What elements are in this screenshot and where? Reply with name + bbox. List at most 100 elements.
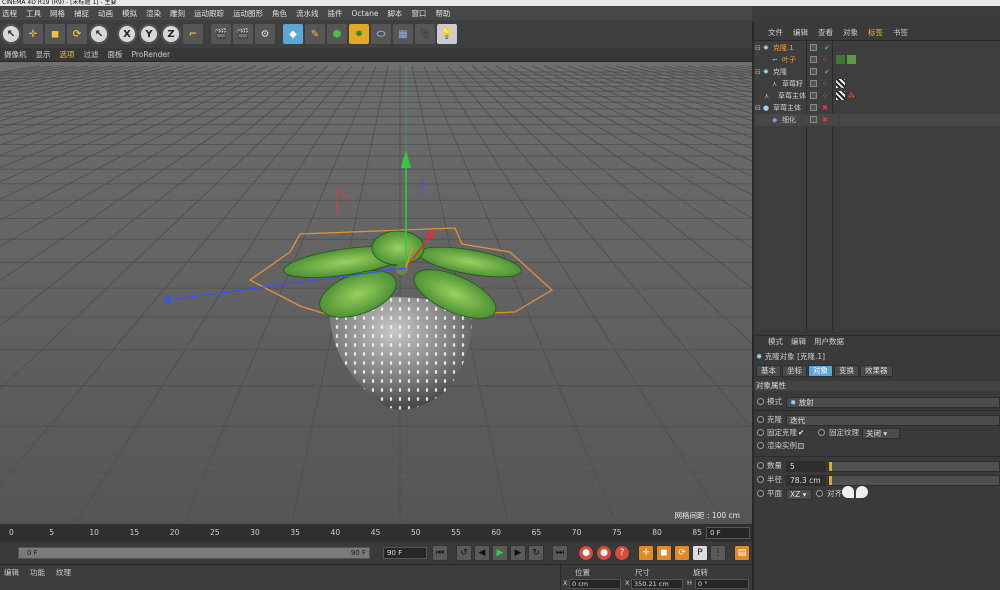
object-name[interactable]: 草莓籽 [782, 78, 803, 90]
count-slider[interactable] [828, 461, 1000, 472]
rotation-h-field[interactable]: 0 ° [695, 579, 749, 589]
om-menu-bookmarks[interactable]: 书签 [893, 27, 908, 38]
subtab-object[interactable]: 对象 [808, 365, 833, 377]
key-selection-icon[interactable]: ? [614, 545, 630, 561]
am-menu-edit[interactable]: 编辑 [791, 336, 806, 347]
go-to-end-icon[interactable]: ⏭ [552, 545, 568, 561]
light-icon[interactable]: 💡 [437, 24, 457, 44]
menu-item[interactable]: 插件 [328, 8, 343, 19]
mode-radio[interactable] [757, 398, 764, 405]
viewport-menu-filter[interactable]: 过滤 [84, 49, 99, 60]
next-frame-icon[interactable]: ▶ [510, 545, 526, 561]
menu-item[interactable]: 渲染 [146, 8, 161, 19]
fixed-clone-radio[interactable] [757, 429, 764, 436]
object-name[interactable]: 草莓主体 [778, 90, 806, 102]
render-settings-icon[interactable]: ⚙ [255, 24, 275, 44]
record-key-icon[interactable]: ● [578, 545, 594, 561]
coordinate-system-icon[interactable]: ⌐ [183, 24, 203, 44]
om-menu-edit[interactable]: 编辑 [793, 27, 808, 38]
menu-item[interactable]: 流水线 [296, 8, 319, 19]
object-name[interactable]: 细化 [782, 114, 796, 126]
fixed-texture-radio[interactable] [818, 429, 825, 436]
play-icon[interactable]: ▶ [492, 545, 508, 561]
object-name[interactable]: 叶子 [782, 54, 796, 66]
cube-primitive-icon[interactable]: ◆ [283, 24, 303, 44]
floor-icon[interactable]: ▦ [393, 24, 413, 44]
menu-item[interactable]: 工具 [26, 8, 41, 19]
render-instance-radio[interactable] [757, 442, 764, 449]
menu-item[interactable]: 脚本 [387, 8, 402, 19]
viewport-menu-camera[interactable]: 摄像机 [4, 49, 27, 60]
prev-key-icon[interactable]: ↺ [456, 545, 472, 561]
menu-item[interactable]: 窗口 [411, 8, 426, 19]
radius-slider[interactable] [828, 475, 1000, 486]
om-row-leaf[interactable]: ⌐ 叶子 ⁘ [754, 54, 1000, 66]
mode-dropdown[interactable]: ✸ 放射 [786, 397, 1000, 408]
plane-radio[interactable] [757, 490, 764, 497]
subtab-coord[interactable]: 坐标 [782, 365, 807, 377]
subtab-effectors[interactable]: 效果器 [860, 365, 893, 377]
fixed-texture-dropdown[interactable]: 关闭 ▾ [862, 428, 900, 439]
radius-field[interactable]: 78.3 cm [786, 475, 826, 486]
material-menu-function[interactable]: 功能 [30, 567, 45, 578]
timeline-window-icon[interactable]: ▤ [734, 545, 750, 561]
mograph-cloner-icon[interactable]: ✸ [349, 24, 369, 44]
key-rotation-icon[interactable]: ⟳ [674, 545, 690, 561]
radius-radio[interactable] [757, 476, 764, 483]
menu-item[interactable]: 角色 [272, 8, 287, 19]
render-instance-checkbox[interactable] [798, 443, 804, 449]
recent-tool-icon[interactable]: ↖ [89, 24, 109, 44]
menu-item[interactable]: 运动图形 [233, 8, 263, 19]
om-menu-object[interactable]: 对象 [843, 27, 858, 38]
pen-spline-icon[interactable]: ✎ [305, 24, 325, 44]
menu-item[interactable]: 帮助 [435, 8, 450, 19]
viewport-menu-prorender[interactable]: ProRender [132, 50, 171, 59]
om-menu-file[interactable]: 文件 [768, 27, 783, 38]
am-menu-userdata[interactable]: 用户数据 [814, 336, 844, 347]
om-row-body-2[interactable]: ⊟ ● 草莓主体 ✖ [754, 102, 1000, 114]
camera-icon[interactable]: 🎥 [415, 24, 435, 44]
key-position-icon[interactable]: ✛ [638, 545, 654, 561]
3d-viewport[interactable]: 网格间距 : 100 cm [0, 62, 752, 524]
clone-dropdown[interactable]: 迭代 [786, 415, 1000, 426]
rotate-tool-icon[interactable]: ⟳ [67, 24, 87, 44]
om-row-cloner[interactable]: ⊟ ✸ 克隆 ✔ [754, 66, 1000, 78]
om-row-body-1[interactable]: ⋏ 草莓主体 ⁘ ⁂ [754, 90, 1000, 102]
autokey-icon[interactable]: ● [596, 545, 612, 561]
y-axis-lock-icon[interactable]: Y [139, 24, 159, 44]
menu-item[interactable]: 动画 [98, 8, 113, 19]
next-key-icon[interactable]: ↻ [528, 545, 544, 561]
plane-dropdown[interactable]: XZ ▾ [786, 489, 812, 500]
om-row-cloner1[interactable]: ⊟ ✸ 克隆.1 ✔ [754, 42, 1000, 54]
om-menu-view[interactable]: 查看 [818, 27, 833, 38]
menu-item[interactable]: 雕刻 [170, 8, 185, 19]
render-view-icon[interactable]: 🎬 [211, 24, 231, 44]
menu-item[interactable]: 运动跟踪 [194, 8, 224, 19]
render-picture-viewer-icon[interactable]: 🎬 [233, 24, 253, 44]
current-frame-field[interactable]: 0 F [706, 527, 750, 539]
om-menu-tags[interactable]: 标签 [868, 27, 883, 38]
align-checkbox[interactable] [842, 486, 854, 498]
key-scale-icon[interactable]: ◼ [656, 545, 672, 561]
viewport-menu-panel[interactable]: 面板 [108, 49, 123, 60]
key-parameter-icon[interactable]: P [692, 545, 708, 561]
clone-radio[interactable] [757, 416, 764, 423]
fixed-clone-checkbox[interactable]: ✔ [798, 427, 804, 439]
x-axis-lock-icon[interactable]: X [117, 24, 137, 44]
subdivision-icon[interactable]: ⬢ [327, 24, 347, 44]
size-x-field[interactable]: 350.21 cm [631, 579, 683, 589]
end-frame-field[interactable]: 90 F [383, 547, 427, 559]
align-radio[interactable] [816, 490, 823, 497]
object-name[interactable]: 克隆.1 [773, 42, 794, 54]
menu-item[interactable]: 模拟 [122, 8, 137, 19]
z-axis-lock-icon[interactable]: Z [161, 24, 181, 44]
subtab-transform[interactable]: 变换 [834, 365, 859, 377]
deformer-icon[interactable]: ⬭ [371, 24, 391, 44]
viewport-menu-display[interactable]: 显示 [36, 49, 51, 60]
count-radio[interactable] [757, 462, 764, 469]
scale-tool-icon[interactable]: ◼ [45, 24, 65, 44]
om-row-subdivide[interactable]: ◆ 细化 ✖ [754, 114, 1000, 126]
menu-item[interactable]: 网格 [50, 8, 65, 19]
am-menu-mode[interactable]: 模式 [768, 336, 783, 347]
material-menu-edit[interactable]: 编辑 [4, 567, 19, 578]
